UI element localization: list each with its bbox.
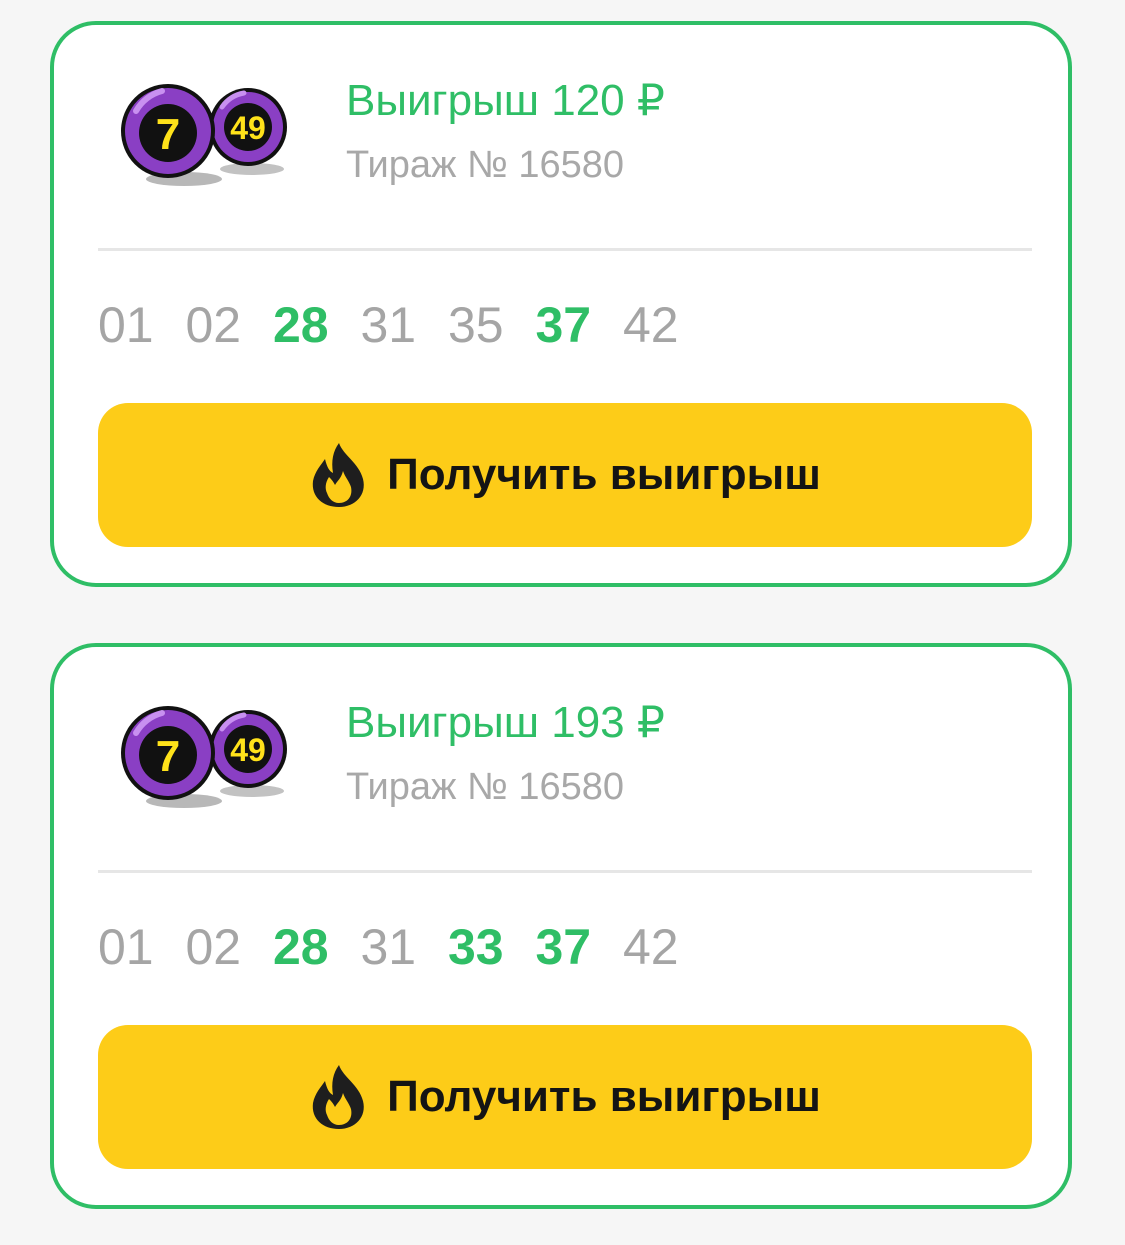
- svg-text:49: 49: [230, 110, 266, 146]
- divider: [98, 870, 1032, 873]
- draw-number: Тираж № 16580: [346, 144, 625, 186]
- ticket-card: 49 7 Выигрыш 193 ₽ Тираж № 16580 01 02 2…: [50, 643, 1072, 1209]
- ticket-number: 42: [623, 919, 679, 975]
- lottery-7-49-balls-icon: 49 7: [121, 706, 287, 808]
- ticket-number: 01: [98, 919, 154, 975]
- ticket-number-matched: 37: [535, 919, 592, 975]
- ticket-number: 01: [98, 297, 154, 353]
- svg-text:49: 49: [230, 732, 266, 768]
- ticket-number-matched: 28: [273, 297, 329, 353]
- claim-prize-label: Получить выигрыш: [387, 1072, 821, 1121]
- prize-title: Выигрыш 193 ₽: [346, 698, 665, 747]
- ticket-number: 02: [185, 297, 242, 353]
- ticket-number: 42: [623, 297, 679, 353]
- divider: [98, 248, 1032, 251]
- ticket-card: 49 7 Выигрыш 120 ₽ Тираж № 16580 01 02 2…: [50, 21, 1072, 587]
- ticket-numbers: 01 02 28 31 35 37 42: [98, 297, 711, 353]
- lottery-7-49-balls-icon: 49 7: [121, 84, 287, 186]
- ticket-number: 31: [360, 919, 417, 975]
- flame-icon: [312, 1065, 364, 1129]
- flame-icon: [312, 443, 364, 507]
- claim-prize-label: Получить выигрыш: [387, 450, 821, 499]
- ticket-number-matched: 28: [273, 919, 329, 975]
- claim-prize-button[interactable]: Получить выигрыш: [98, 403, 1032, 547]
- ticket-number: 35: [448, 297, 504, 353]
- ticket-number: 02: [185, 919, 242, 975]
- ticket-number-matched: 37: [535, 297, 592, 353]
- ticket-number: 31: [360, 297, 417, 353]
- draw-number: Тираж № 16580: [346, 766, 625, 808]
- prize-title: Выигрыш 120 ₽: [346, 76, 665, 125]
- ticket-number-matched: 33: [448, 919, 504, 975]
- ticket-numbers: 01 02 28 31 33 37 42: [98, 919, 711, 975]
- svg-text:7: 7: [156, 110, 180, 159]
- claim-prize-button[interactable]: Получить выигрыш: [98, 1025, 1032, 1169]
- svg-text:7: 7: [156, 732, 180, 781]
